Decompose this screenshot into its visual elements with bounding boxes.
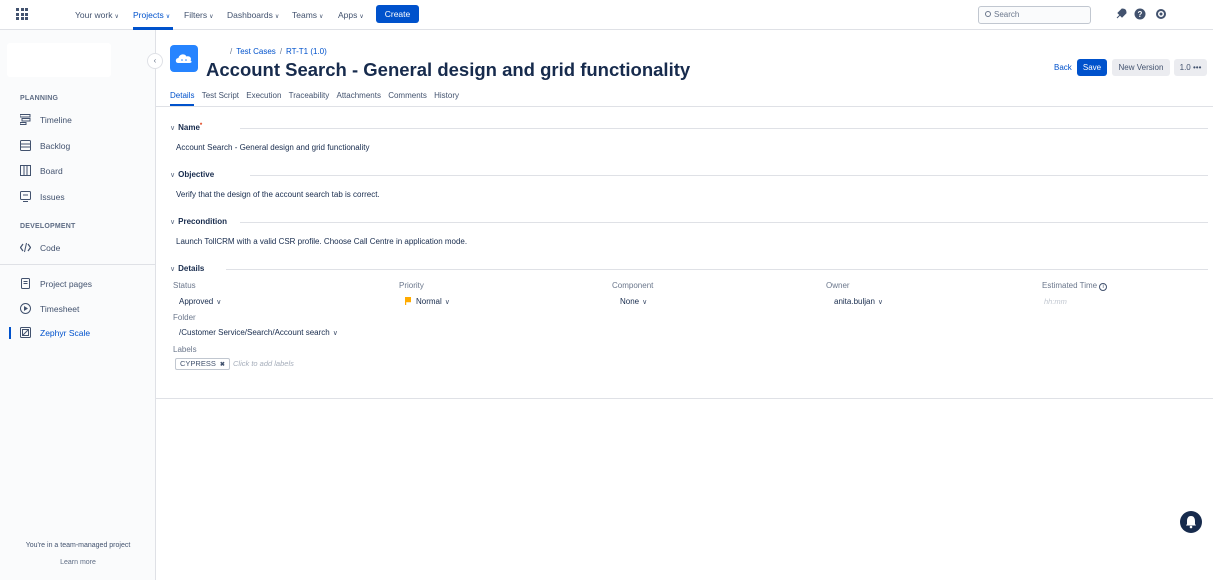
backlog-icon <box>20 140 31 151</box>
page-title: Account Search - General design and grid… <box>206 59 691 80</box>
sidebar-item-project-pages[interactable]: Project pages <box>20 277 92 291</box>
breadcrumb-test-cases[interactable]: Test Cases <box>236 47 276 56</box>
sidebar-divider <box>0 264 155 265</box>
folder-dropdown[interactable]: /Customer Service/Search/Account search ∨ <box>179 328 338 337</box>
precondition-value[interactable]: Launch TollCRM with a valid CSR profile.… <box>176 237 467 246</box>
chevron-down-icon: ∨ <box>216 299 222 306</box>
tab-execution[interactable]: Execution <box>246 91 281 104</box>
sidebar-item-code[interactable]: Code <box>20 241 60 255</box>
info-icon[interactable]: i <box>1099 283 1108 291</box>
nav-projects[interactable]: Projects ∨ <box>133 10 170 20</box>
section-divider <box>240 222 1208 223</box>
tab-test-script[interactable]: Test Script <box>202 91 239 104</box>
status-dropdown[interactable]: Approved ∨ <box>179 297 221 306</box>
bell-icon <box>1186 516 1196 529</box>
sidebar-item-board[interactable]: Board <box>20 164 63 178</box>
remove-label-icon[interactable]: ✖ <box>220 362 225 368</box>
chevron-down-icon: ∨ <box>877 299 884 306</box>
tab-details[interactable]: Details <box>170 91 195 106</box>
label-chip[interactable]: CYPRESS ✖ <box>175 358 230 370</box>
owner-label: Owner <box>826 281 850 290</box>
sidebar-item-backlog[interactable]: Backlog <box>20 139 70 153</box>
version-menu-button[interactable]: 1.0 ••• <box>1174 59 1207 76</box>
name-section-toggle[interactable]: ∨ Name* <box>170 123 202 135</box>
component-label: Component <box>612 281 654 290</box>
top-navigation: Your work ∨ Projects ∨ Filters ∨ Dashboards… <box>0 0 1213 30</box>
details-section-toggle[interactable]: ∨ Details <box>170 264 204 276</box>
tab-traceability[interactable]: Traceability <box>289 91 330 104</box>
precondition-section-toggle[interactable]: ∨ Precondition <box>170 217 227 229</box>
sidebar-item-issues[interactable]: Issues <box>20 190 65 204</box>
content-divider <box>156 398 1213 399</box>
zephyr-icon <box>20 327 31 338</box>
new-version-button[interactable]: New Version <box>1112 59 1170 76</box>
sidebar-item-timesheet[interactable]: Timesheet <box>20 302 79 316</box>
name-value[interactable]: Account Search - General design and grid… <box>176 143 369 152</box>
tabs-divider <box>156 106 1213 107</box>
breadcrumb-test-case-key[interactable]: RT-T1 (1.0) <box>286 47 327 56</box>
settings-gear-icon[interactable] <box>1155 8 1167 20</box>
chevron-down-icon: ∨ <box>444 299 450 306</box>
estimated-time-input[interactable]: hh:mm <box>1044 297 1067 306</box>
tab-bar: Details Test Script Execution Traceabili… <box>170 91 464 106</box>
notification-fab-button[interactable] <box>1180 511 1202 533</box>
section-divider <box>240 128 1208 129</box>
development-heading: DEVELOPMENT <box>20 223 76 230</box>
objective-value[interactable]: Verify that the design of the account se… <box>176 190 380 199</box>
board-icon <box>20 165 31 176</box>
code-icon <box>20 242 31 253</box>
active-item-indicator <box>9 327 11 339</box>
breadcrumb-separator: / <box>230 47 233 56</box>
team-managed-note: You're in a team-managed project <box>25 542 131 549</box>
timesheet-icon <box>20 303 31 314</box>
breadcrumb-separator: / <box>279 47 283 56</box>
chevron-down-icon: ∨ <box>332 330 338 337</box>
cloud-icon <box>175 54 192 63</box>
tab-history[interactable]: History <box>434 91 459 104</box>
owner-dropdown[interactable]: anita.buljan ∨ <box>834 297 883 306</box>
collapse-sidebar-button[interactable]: ‹ <box>147 53 163 69</box>
search-input[interactable]: Search <box>978 6 1091 24</box>
breadcrumb: / Test Cases / RT-T1 (1.0) <box>230 47 327 56</box>
sidebar-item-zephyr-scale[interactable]: Zephyr Scale <box>20 326 90 340</box>
folder-label: Folder <box>173 313 196 322</box>
pages-icon <box>21 278 30 289</box>
add-labels-input[interactable]: Click to add labels <box>233 359 294 368</box>
tab-attachments[interactable]: Attachments <box>336 91 380 104</box>
planning-heading: PLANNING <box>20 95 59 102</box>
issues-icon <box>20 191 31 202</box>
nav-your-work[interactable]: Your work ∨ <box>75 10 119 20</box>
project-logo <box>7 43 111 77</box>
back-button[interactable]: Back <box>1054 63 1072 72</box>
chevron-down-icon: ∨ <box>642 299 648 306</box>
priority-dropdown[interactable]: Normal ∨ <box>405 297 450 306</box>
create-button[interactable]: Create <box>376 5 419 23</box>
svg-text:?: ? <box>1138 10 1143 19</box>
help-icon[interactable]: ? <box>1134 8 1146 20</box>
app-switcher-icon[interactable] <box>16 8 28 20</box>
section-divider <box>250 175 1208 176</box>
section-divider <box>226 269 1208 270</box>
nav-dashboards[interactable]: Dashboards ∨ <box>227 10 279 20</box>
save-button[interactable]: Save <box>1077 59 1107 76</box>
objective-section-toggle[interactable]: ∨ Objective <box>170 170 214 182</box>
component-dropdown[interactable]: None ∨ <box>620 297 647 306</box>
nav-teams[interactable]: Teams ∨ <box>292 10 323 20</box>
tab-comments[interactable]: Comments <box>388 91 427 104</box>
status-label: Status <box>173 281 196 290</box>
search-icon <box>985 11 991 17</box>
sidebar-item-timeline[interactable]: Timeline <box>20 113 72 127</box>
priority-label: Priority <box>399 281 424 290</box>
timeline-icon <box>20 114 31 125</box>
learn-more-link[interactable]: Learn more <box>0 559 156 566</box>
test-case-project-avatar <box>170 45 198 72</box>
priority-flag-icon <box>405 297 411 305</box>
nav-apps[interactable]: Apps ∨ <box>338 10 364 20</box>
estimated-time-label: Estimated Time i <box>1042 281 1108 291</box>
notifications-rocket-icon[interactable] <box>1115 8 1127 20</box>
nav-filters[interactable]: Filters ∨ <box>184 10 214 20</box>
labels-label: Labels <box>173 345 197 354</box>
